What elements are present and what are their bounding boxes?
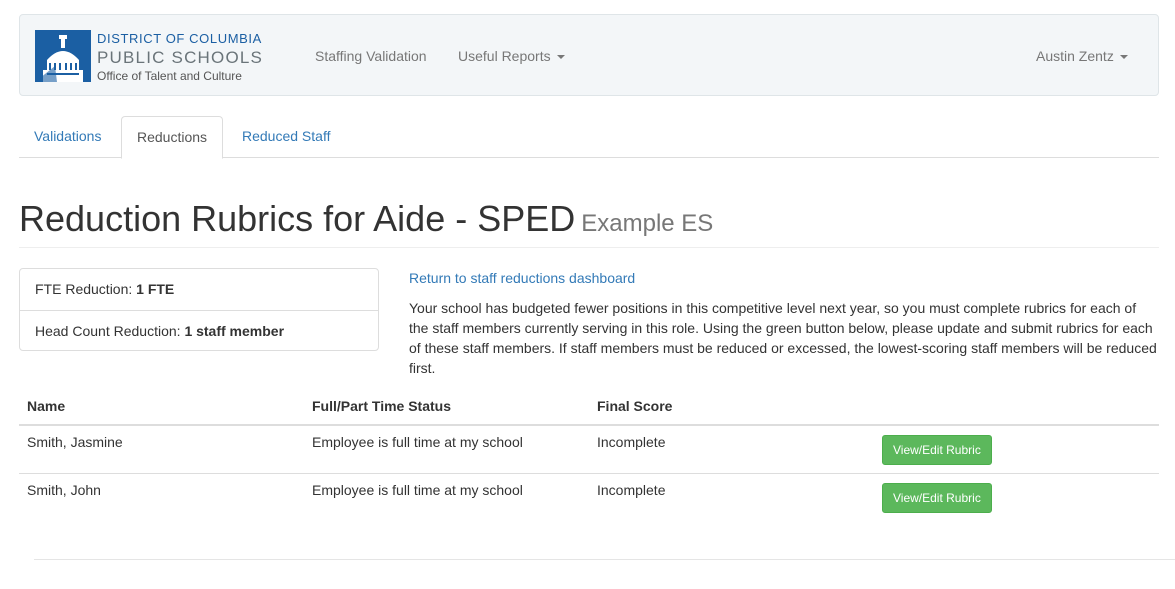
headcount-reduction-value: 1 staff member [184, 323, 285, 339]
view-edit-rubric-button[interactable]: View/Edit Rubric [882, 435, 992, 465]
logo-line-public-schools: PUBLIC SCHOOLS [97, 48, 264, 67]
column-header-final-score: Final Score [589, 388, 874, 426]
headcount-reduction-row: Head Count Reduction: 1 staff member [20, 310, 378, 351]
chevron-down-icon [1119, 55, 1128, 60]
staff-name: Smith, John [27, 482, 101, 498]
table-row: Smith, Jasmine Employee is full time at … [19, 425, 1159, 474]
table-header-row: Name Full/Part Time Status Final Score [19, 388, 1159, 426]
fte-reduction-label: FTE Reduction: [35, 281, 133, 297]
footer-divider [34, 559, 1175, 560]
staff-name: Smith, Jasmine [19, 425, 304, 474]
column-header-actions [874, 388, 1159, 426]
table-row: Smith, John Employee is full time at my … [19, 474, 1159, 522]
return-to-dashboard-link[interactable]: Return to staff reductions dashboard [409, 270, 635, 286]
column-header-name: Name [19, 388, 304, 426]
page-header: Reduction Rubrics for Aide - SPED Example… [19, 196, 1159, 248]
headcount-reduction-label: Head Count Reduction: [35, 323, 181, 339]
logo-line-district: DISTRICT OF COLUMBIA [97, 31, 262, 46]
action-cell: View/Edit Rubric [874, 474, 1159, 522]
nav-useful-reports-label: Useful Reports [458, 48, 551, 64]
tab-reductions[interactable]: Reductions [121, 116, 224, 159]
user-menu-dropdown[interactable]: Austin Zentz [1036, 48, 1128, 64]
user-name: Austin Zentz [1036, 48, 1114, 64]
tab-bar: Validations Reductions Reduced Staff [19, 116, 1159, 159]
action-cell: View/Edit Rubric [874, 425, 1159, 474]
staff-final-score: Incomplete [597, 482, 666, 498]
dcps-logo[interactable]: DISTRICT OF COLUMBIA PUBLIC SCHOOLS Offi… [35, 30, 263, 82]
tab-validations[interactable]: Validations [19, 116, 116, 158]
logo-line-office: Office of Talent and Culture [97, 69, 242, 83]
page-subtitle: Example ES [581, 210, 714, 237]
staff-status: Employee is full time at my school [312, 482, 523, 498]
reduction-summary-panel: FTE Reduction: 1 FTE Head Count Reductio… [19, 268, 379, 351]
page-title: Reduction Rubrics for Aide - SPED Example… [19, 196, 1159, 247]
fte-reduction-row: FTE Reduction: 1 FTE [20, 269, 378, 310]
page-title-text: Reduction Rubrics for Aide - SPED [19, 198, 576, 239]
chevron-down-icon [556, 55, 565, 60]
nav-staffing-validation[interactable]: Staffing Validation [315, 48, 427, 64]
nav-useful-reports-dropdown[interactable]: Useful Reports [458, 48, 565, 64]
staff-rubric-table: Name Full/Part Time Status Final Score S… [19, 388, 1159, 521]
top-navbar: DISTRICT OF COLUMBIA PUBLIC SCHOOLS Offi… [19, 14, 1159, 96]
column-header-status: Full/Part Time Status [304, 388, 589, 426]
capitol-dome-icon [35, 30, 91, 82]
tab-reduced-staff[interactable]: Reduced Staff [227, 116, 345, 158]
fte-reduction-value: 1 FTE [136, 281, 175, 297]
instructions-text: Your school has budgeted fewer positions… [409, 300, 1157, 376]
staff-final-score: Incomplete [589, 425, 874, 474]
view-edit-rubric-button[interactable]: View/Edit Rubric [882, 483, 992, 513]
staff-status: Employee is full time at my school [304, 425, 589, 474]
